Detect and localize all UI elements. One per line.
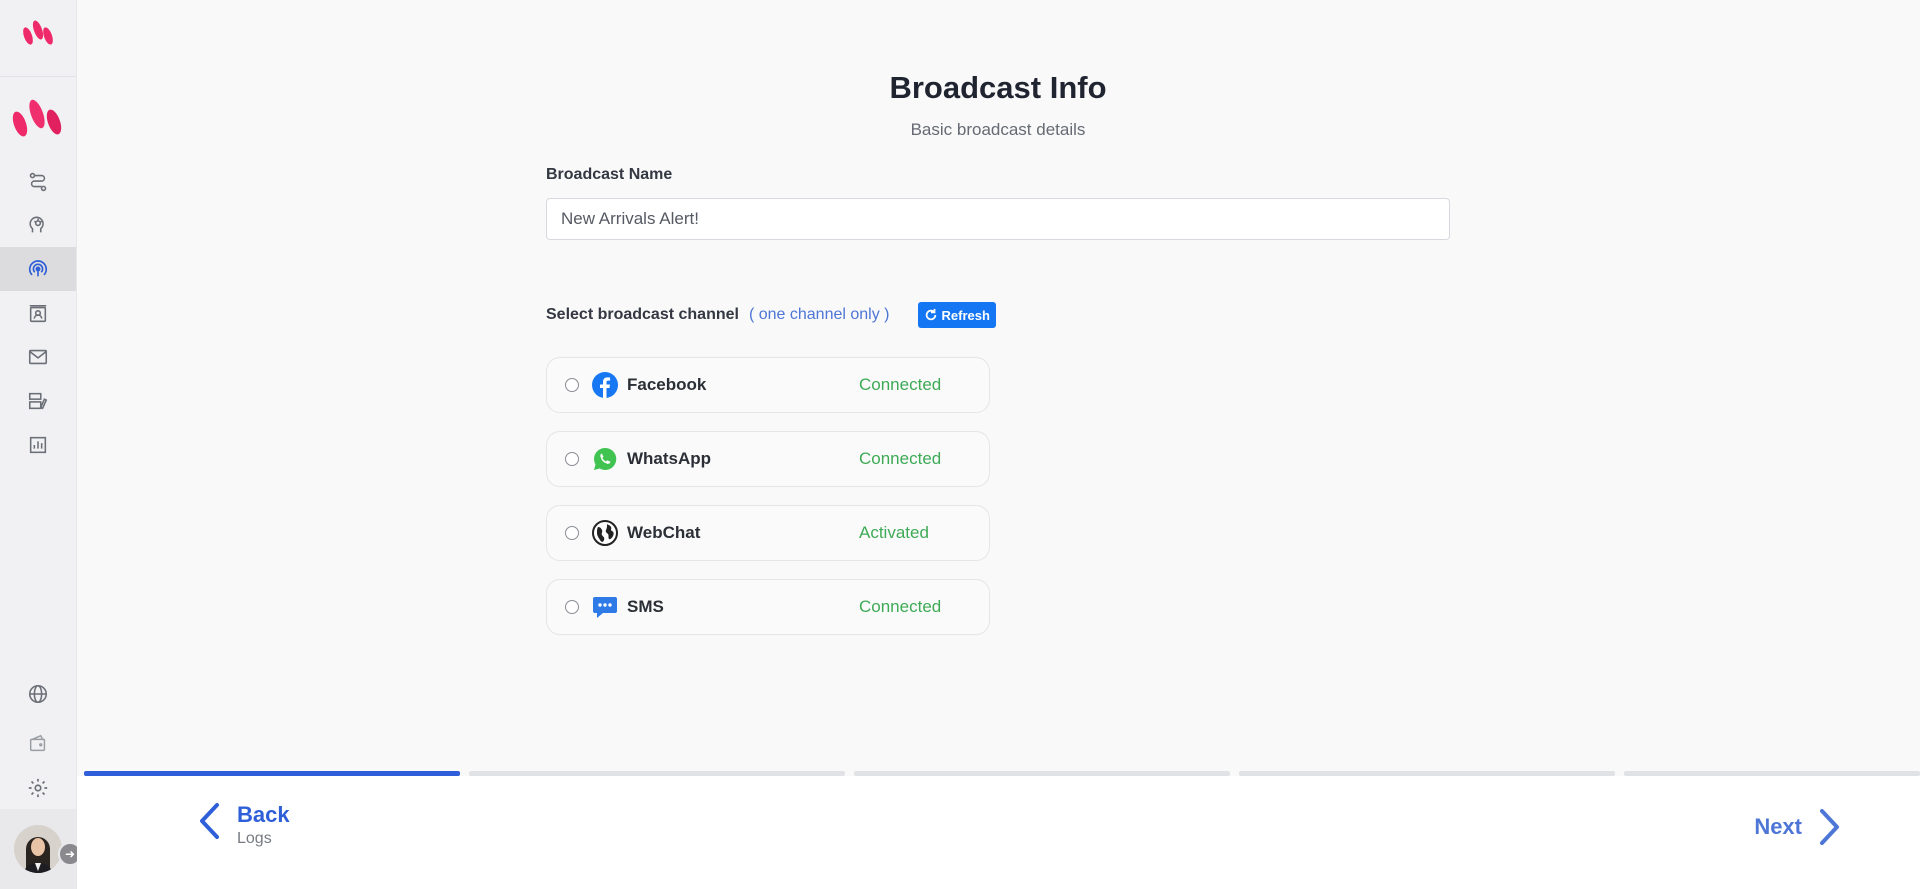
broadcast-icon bbox=[28, 260, 48, 277]
channel-select-label: Select broadcast channel bbox=[546, 306, 739, 323]
wallet-icon bbox=[29, 734, 46, 752]
contacts-icon bbox=[29, 304, 47, 323]
sidebar-item-templates[interactable] bbox=[0, 379, 76, 423]
sidebar-item-language[interactable] bbox=[0, 672, 76, 716]
sidebar-item-settings[interactable] bbox=[0, 766, 76, 810]
channel-status: Activated bbox=[859, 523, 929, 542]
mail-icon bbox=[28, 349, 48, 365]
channel-option-whatsapp[interactable]: WhatsApp Connected bbox=[546, 431, 990, 487]
channel-name: Facebook bbox=[627, 375, 707, 394]
back-label: Back bbox=[237, 802, 290, 827]
sms-chat-icon bbox=[593, 597, 617, 618]
next-button[interactable]: Next bbox=[1754, 808, 1842, 846]
wizard-footer: Back Logs Next bbox=[77, 776, 1920, 889]
whatsapp-icon bbox=[594, 447, 617, 470]
gear-icon bbox=[28, 778, 48, 798]
channel-name: SMS bbox=[627, 597, 664, 616]
refresh-button[interactable]: Refresh bbox=[917, 302, 996, 328]
bot-brain-icon bbox=[29, 216, 44, 233]
globe-icon bbox=[28, 684, 48, 704]
back-sublabel: Logs bbox=[237, 830, 272, 847]
sidebar-item-analytics[interactable] bbox=[0, 423, 76, 467]
sidebar-item-broadcast[interactable] bbox=[0, 247, 76, 291]
page-subtitle: Basic broadcast details bbox=[910, 120, 1086, 139]
sidebar-item-contacts[interactable] bbox=[0, 292, 76, 336]
channel-select-header: Select broadcast channel ( one channel o… bbox=[546, 302, 996, 328]
next-label: Next bbox=[1754, 814, 1802, 839]
channel-radio[interactable] bbox=[565, 526, 579, 540]
channel-option-sms[interactable]: SMS Connected bbox=[546, 579, 990, 635]
sidebar-item-wallet[interactable] bbox=[0, 721, 76, 765]
channel-name: WebChat bbox=[627, 523, 701, 542]
brand-logo-small[interactable] bbox=[18, 14, 58, 50]
channel-option-webchat[interactable]: WebChat Activated bbox=[546, 505, 990, 561]
user-profile[interactable]: ➜ bbox=[0, 809, 82, 889]
flow-route-icon bbox=[29, 172, 47, 192]
channel-status: Connected bbox=[859, 375, 942, 394]
channel-name: WhatsApp bbox=[627, 449, 712, 468]
broadcast-name-input[interactable] bbox=[546, 198, 1450, 240]
back-button[interactable]: Back Logs bbox=[197, 802, 290, 848]
chevron-left-icon bbox=[200, 803, 219, 839]
templates-icon bbox=[28, 392, 48, 410]
channel-status: Connected bbox=[859, 597, 942, 616]
channel-status: Connected bbox=[859, 449, 942, 468]
page-title: Broadcast Info bbox=[889, 70, 1107, 105]
channel-select-hint: ( one channel only ) bbox=[748, 306, 890, 323]
chevron-right-icon bbox=[1820, 809, 1839, 845]
channel-radio[interactable] bbox=[565, 600, 579, 614]
broadcast-name-label: Broadcast Name bbox=[546, 166, 673, 183]
facebook-icon bbox=[592, 372, 618, 398]
sidebar-item-bot[interactable] bbox=[0, 203, 76, 247]
sidebar-item-mail[interactable] bbox=[0, 335, 76, 379]
channel-radio[interactable] bbox=[565, 452, 579, 466]
refresh-icon bbox=[925, 308, 936, 321]
sidebar-item-flows[interactable] bbox=[0, 160, 76, 204]
globe-icon bbox=[592, 520, 618, 546]
analytics-icon bbox=[29, 436, 47, 454]
avatar[interactable] bbox=[14, 825, 62, 873]
refresh-label: Refresh bbox=[941, 307, 990, 323]
channel-radio[interactable] bbox=[565, 378, 579, 392]
channel-option-facebook[interactable]: Facebook Connected bbox=[546, 357, 990, 413]
